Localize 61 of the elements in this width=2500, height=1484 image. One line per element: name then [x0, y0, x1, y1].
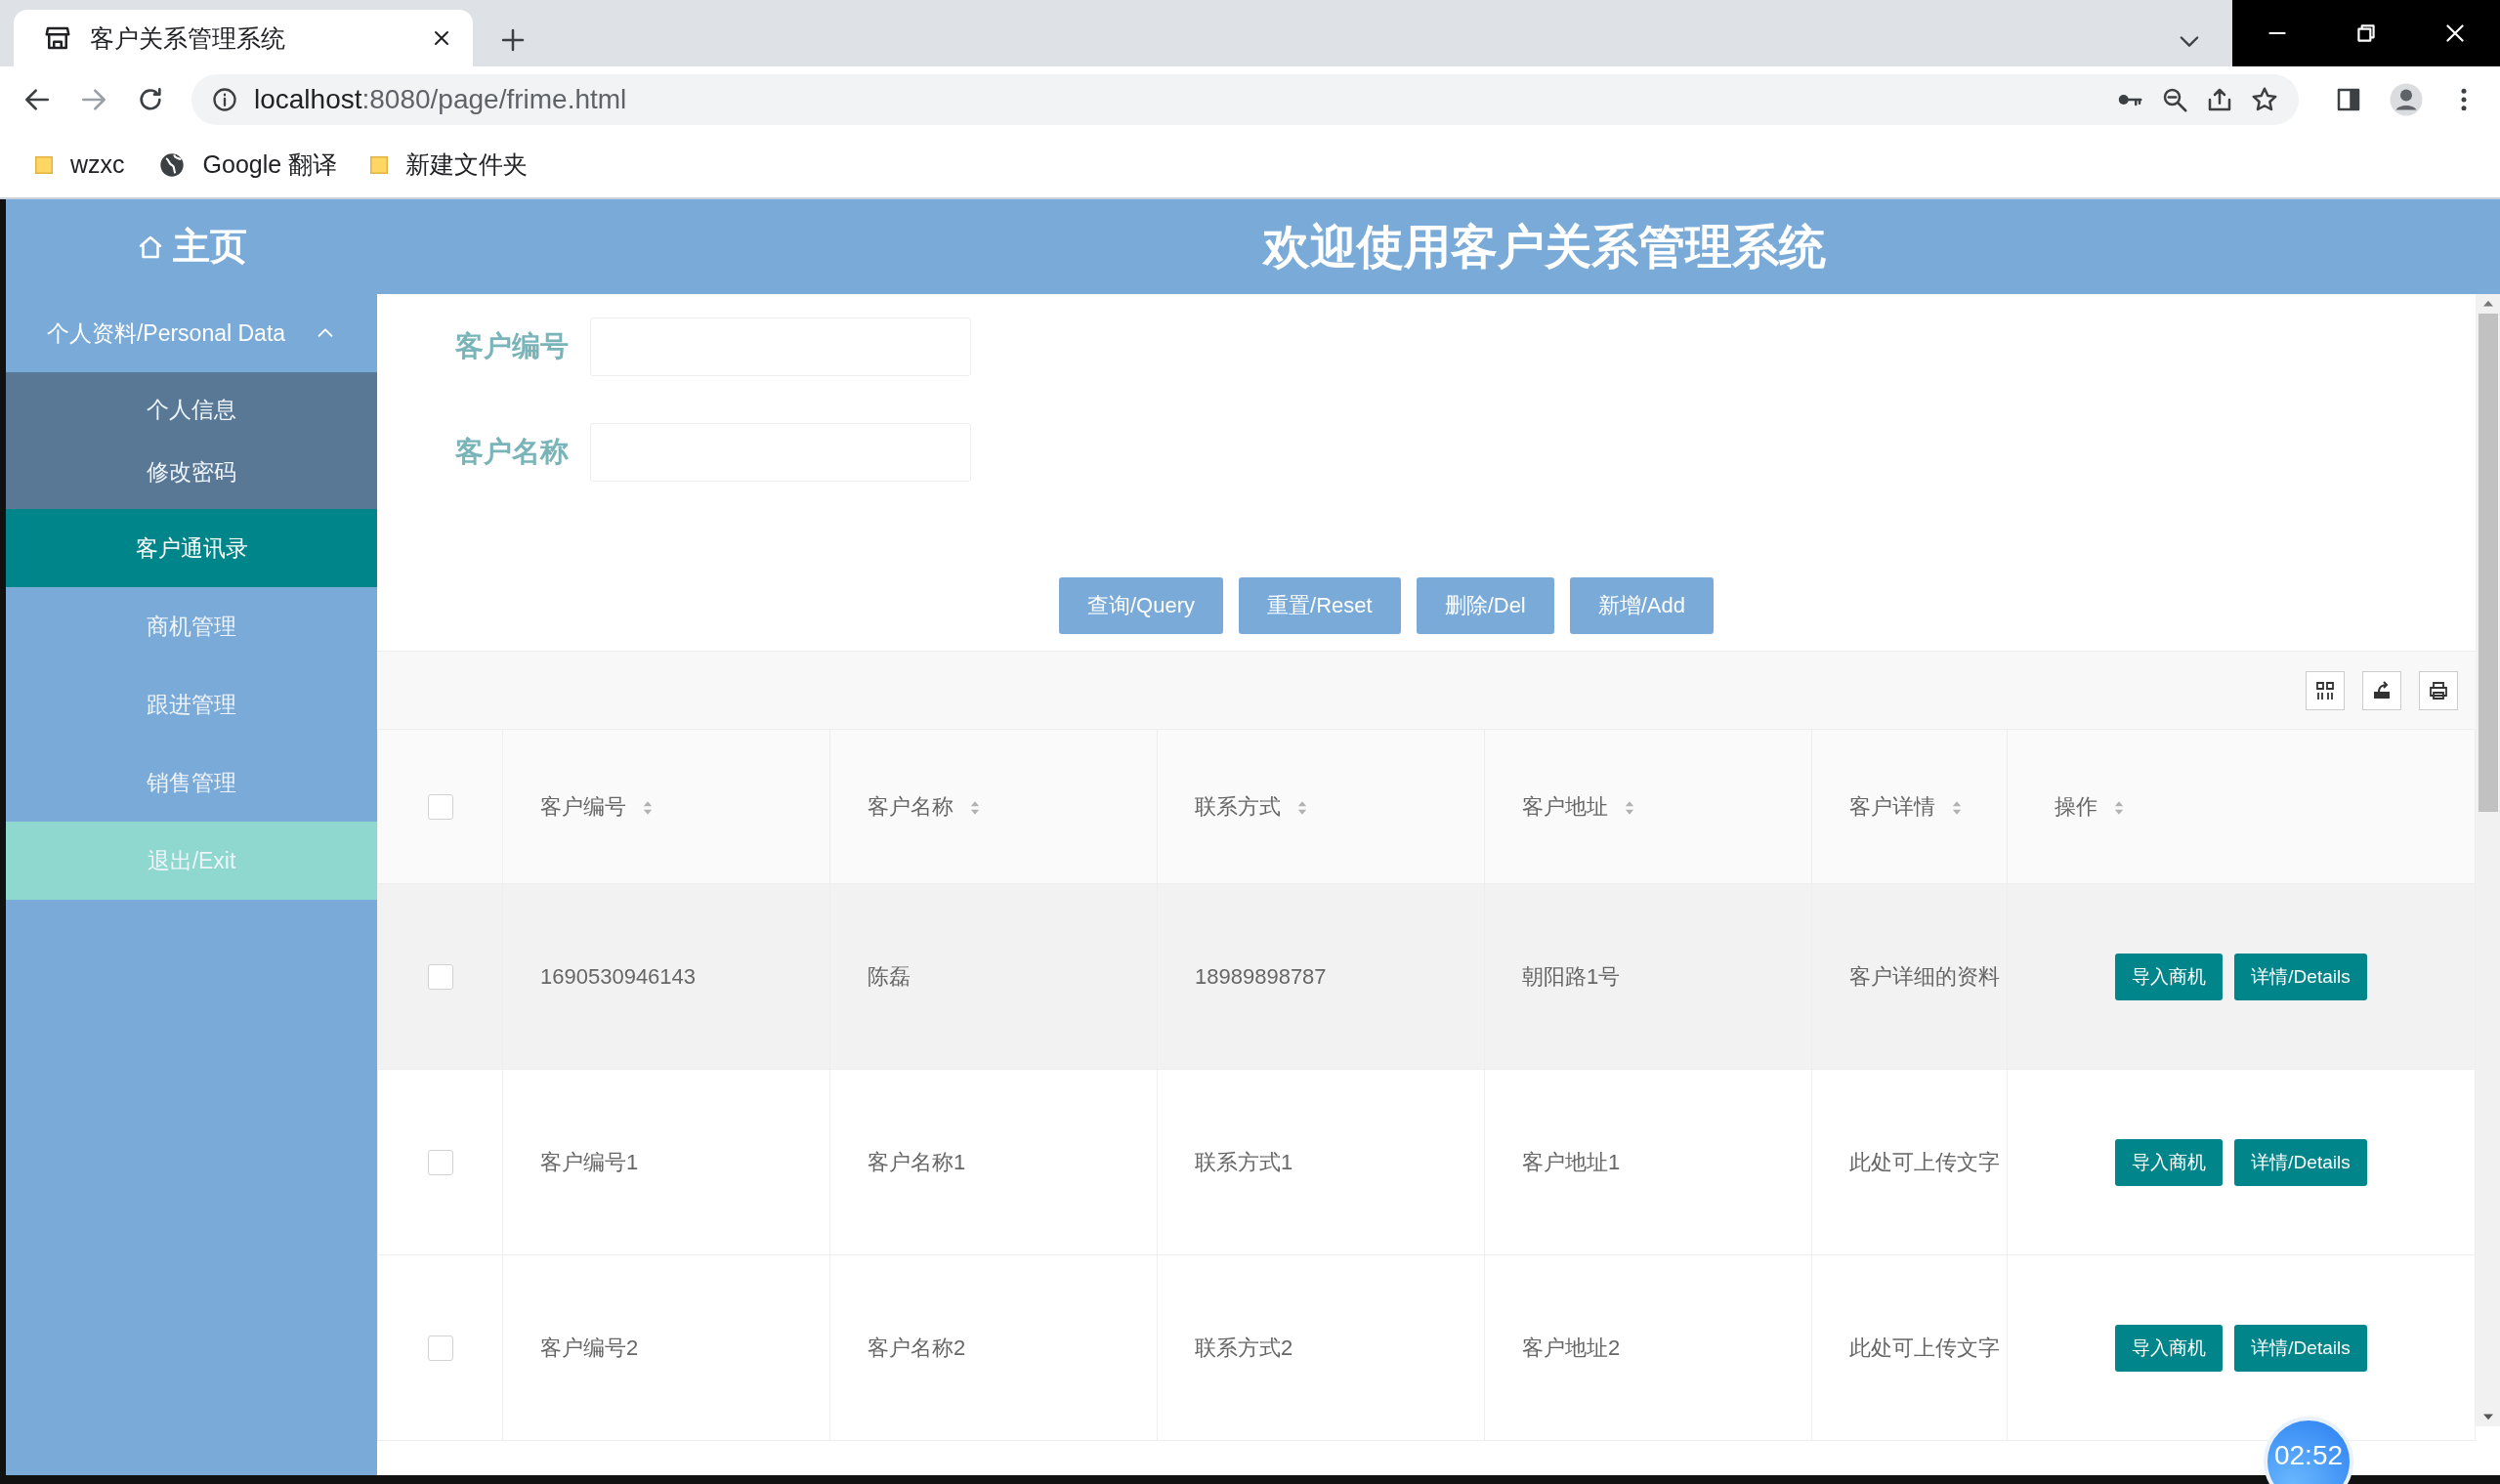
column-header[interactable]: 客户详情: [1849, 793, 1935, 819]
table-cell: 联系方式2: [1195, 1335, 1293, 1360]
action-button[interactable]: 导入商机: [2115, 1324, 2224, 1372]
column-header[interactable]: 联系方式: [1195, 793, 1281, 819]
table-cell: 18989898787: [1195, 963, 1327, 989]
checkbox[interactable]: [427, 1150, 453, 1176]
scrollbar[interactable]: [2476, 294, 2500, 1426]
table-cell: 客户详细的资料: [1849, 963, 2000, 989]
column-header[interactable]: 客户地址: [1522, 793, 1608, 819]
action-button[interactable]: 详情/Details: [2234, 953, 2367, 1000]
bookmark[interactable]: wzxc: [35, 150, 125, 179]
bookmark[interactable]: Google 翻译: [157, 148, 338, 181]
toolbar-button[interactable]: [2419, 670, 2458, 710]
page-title: 欢迎使用客户关系管理系统: [1261, 219, 1827, 275]
action-button[interactable]: 导入商机: [2115, 953, 2224, 1000]
table-cell: 客户名称2: [868, 1335, 966, 1360]
form-button[interactable]: 删除/Del: [1416, 577, 1554, 634]
action-button[interactable]: 详情/Details: [2234, 1324, 2367, 1372]
info-icon: [211, 85, 238, 113]
table-cell: 客户地址1: [1522, 1149, 1621, 1174]
table-cell: 客户名称1: [868, 1149, 966, 1174]
table-cell: 1690530946143: [540, 963, 697, 989]
browser-tab[interactable]: 客户关系管理系统: [14, 10, 473, 66]
column-header[interactable]: 操作: [2055, 793, 2097, 819]
sidebar-subitem[interactable]: 修改密码: [6, 441, 377, 503]
table-cell: 客户编号1: [540, 1149, 639, 1174]
form-button[interactable]: 重置/Reset: [1239, 577, 1401, 634]
sidebar-item[interactable]: 销售管理: [6, 743, 377, 822]
table-cell: 此处可上传文字: [1849, 1335, 2000, 1360]
address-bar[interactable]: localhost:8080/page/frime.html: [191, 73, 2299, 125]
table-cell: 联系方式1: [1195, 1149, 1293, 1174]
field-label: 客户名称: [455, 435, 569, 469]
form-button[interactable]: 查询/Query: [1059, 577, 1224, 634]
table-cell: 朝阳路1号: [1522, 963, 1621, 989]
table-row[interactable]: 客户编号1 客户名称1 联系方式1 客户地址1 此处可上传文字 导入商机 详情/Details: [377, 1069, 2476, 1255]
column-header[interactable]: 客户编号: [540, 793, 626, 819]
table-cell: 客户地址2: [1522, 1335, 1621, 1360]
sidebar-group[interactable]: 个人资料/Personal Data: [6, 294, 377, 372]
action-button[interactable]: 详情/Details: [2234, 1138, 2367, 1186]
bookmark[interactable]: 新建文件夹: [370, 148, 529, 181]
table-row[interactable]: 1690530946143 陈磊 18989898787 朝阳路1号 客户详细的资料 导入商机 详情/Details: [377, 883, 2476, 1070]
home-link[interactable]: 主页: [6, 222, 377, 272]
action-button[interactable]: 导入商机: [2115, 1138, 2224, 1186]
table-cell: 客户编号2: [540, 1335, 639, 1360]
sidebar-subitem[interactable]: 个人信息: [6, 378, 377, 441]
checkbox[interactable]: [427, 964, 453, 991]
profile-icon[interactable]: [2389, 81, 2424, 117]
table-cell: 此处可上传文字: [1849, 1149, 2000, 1174]
column-header[interactable]: 客户名称: [868, 793, 953, 819]
checkbox[interactable]: [427, 1336, 453, 1362]
checkbox[interactable]: [427, 794, 453, 821]
field-label: 客户编号: [455, 329, 569, 363]
sidebar-item[interactable]: 商机管理: [6, 587, 377, 665]
toolbar-button[interactable]: [2306, 670, 2345, 710]
table-cell: 陈磊: [868, 963, 911, 989]
form-button[interactable]: 新增/Add: [1569, 577, 1714, 634]
table-row[interactable]: 客户编号2 客户名称2 联系方式2 客户地址2 此处可上传文字 导入商机 详情/Details: [377, 1254, 2476, 1441]
sidebar-item[interactable]: 客户通讯录: [6, 509, 377, 587]
toolbar-button[interactable]: [2362, 670, 2401, 710]
sidebar-item[interactable]: 跟进管理: [6, 665, 377, 743]
globe-icon: [157, 150, 186, 179]
